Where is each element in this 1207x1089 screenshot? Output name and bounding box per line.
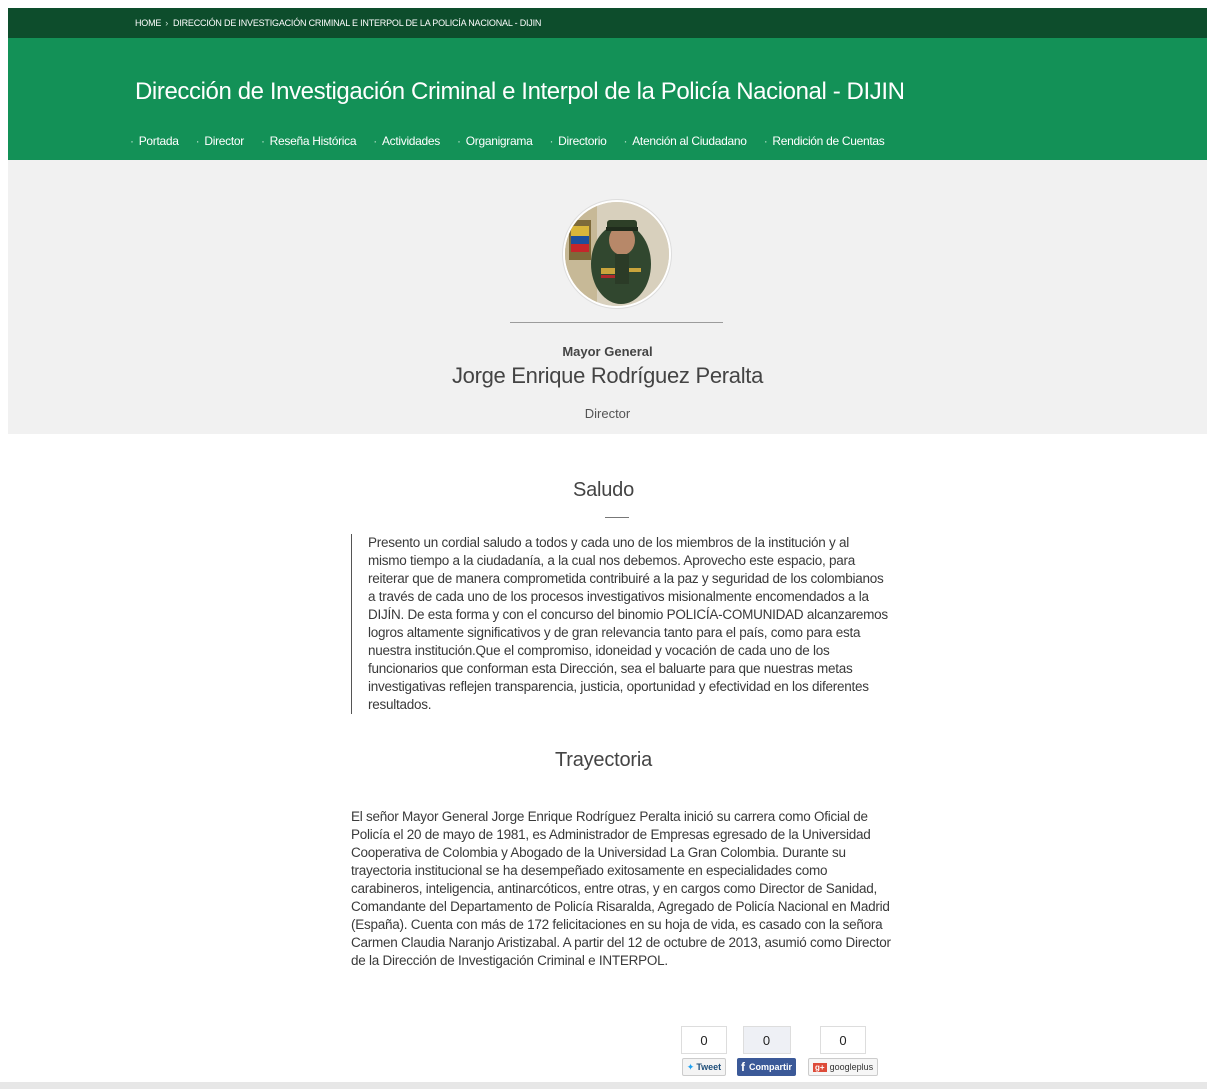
officer-portrait-icon [565, 202, 669, 306]
tweet-button[interactable]: ✦ Tweet [681, 1058, 727, 1076]
nav-item-rendicion-cuentas[interactable]: · Rendición de Cuentas [764, 134, 885, 148]
nav-item-atencion-ciudadano[interactable]: · Atención al Ciudadano [624, 134, 747, 148]
site-title: Dirección de Investigación Criminal e In… [135, 78, 905, 105]
nav-item-label: Atención al Ciudadano [632, 134, 747, 148]
googleplus-share-button[interactable]: g+ googleplus [808, 1058, 879, 1076]
nav-item-label: Rendición de Cuentas [772, 134, 885, 148]
nav-bullet: · [623, 134, 628, 148]
nav-item-label: Organigrama [465, 134, 533, 148]
footer-strip [0, 1082, 1207, 1089]
googleplus-count: 0 [820, 1026, 867, 1054]
nav-bullet: · [195, 134, 200, 148]
facebook-share-button[interactable]: f Compartir [737, 1058, 797, 1076]
trayectoria-heading: Trayectoria [554, 749, 653, 771]
director-rank: Mayor General [562, 344, 653, 359]
tweet-count: 0 [681, 1026, 727, 1054]
nav-item-label: Directorio [558, 134, 607, 148]
nav-bullet: · [457, 134, 461, 148]
site-header: Dirección de Investigación Criminal e In… [8, 38, 1207, 160]
nav-bullet: · [130, 134, 134, 148]
nav-item-resena-historica[interactable]: · Reseña Histórica [260, 134, 357, 148]
page-frame: HOME › DIRECCIÓN DE INVESTIGACIÓN CRIMIN… [8, 8, 1207, 434]
twitter-share: 0 ✦ Tweet [681, 1026, 727, 1076]
director-name: Jorge Enrique Rodríguez Peralta [451, 363, 764, 388]
tweet-button-label: Tweet [696, 1062, 722, 1072]
breadcrumb: HOME › DIRECCIÓN DE INVESTIGACIÓN CRIMIN… [8, 8, 1207, 38]
saludo-heading: Saludo [572, 479, 635, 501]
director-role: Director [584, 406, 631, 421]
nav-item-directorio[interactable]: · Directorio [549, 134, 606, 148]
director-profile: Mayor General Jorge Enrique Rodríguez Pe… [8, 160, 1207, 434]
facebook-share-count: 0 [742, 1026, 791, 1054]
nav-item-director[interactable]: · Director [195, 134, 245, 148]
nav-item-label: Director [204, 134, 244, 148]
breadcrumb-separator: › [165, 18, 169, 28]
nav-item-label: Portada [138, 134, 179, 148]
googleplus-share: 0 g+ googleplus [808, 1026, 879, 1076]
google-plus-icon: g+ [813, 1062, 827, 1072]
breadcrumb-home[interactable]: HOME [135, 18, 161, 28]
breadcrumb-current: DIRECCIÓN DE INVESTIGACIÓN CRIMINAL E IN… [173, 18, 542, 28]
saludo-divider [605, 517, 629, 518]
googleplus-share-label: googleplus [829, 1062, 874, 1072]
twitter-bird-icon: ✦ [686, 1061, 695, 1072]
main-nav: · Portada · Director · Reseña Histórica · Ac… [130, 134, 901, 148]
nav-item-label: Actividades [381, 134, 441, 148]
director-photo [563, 200, 671, 308]
nav-bullet: · [763, 134, 768, 148]
facebook-share-label: Compartir [749, 1062, 793, 1072]
nav-bullet: · [260, 134, 265, 148]
nav-item-portada[interactable]: · Portada [130, 134, 179, 148]
nav-bullet: · [373, 134, 377, 148]
saludo-text: Presento un cordial saludo a todos y cad… [351, 534, 891, 714]
nav-item-organigrama[interactable]: · Organigrama [457, 134, 533, 148]
profile-divider [510, 322, 723, 323]
trayectoria-text: El señor Mayor General Jorge Enrique Rod… [351, 809, 891, 968]
nav-item-label: Reseña Histórica [269, 134, 357, 148]
facebook-share: 0 f Compartir [737, 1026, 797, 1076]
nav-item-actividades[interactable]: · Actividades [373, 134, 440, 148]
facebook-f-icon: f [741, 1060, 745, 1074]
nav-bullet: · [549, 134, 554, 148]
